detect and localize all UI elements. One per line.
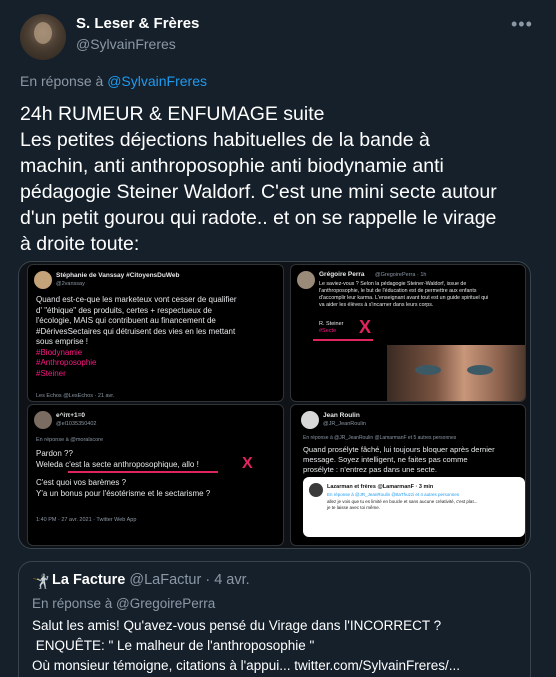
panel-avatar (301, 411, 319, 429)
panel-handle: @2vanssay (56, 281, 85, 287)
quote-line: ENQUÊTE: " Le malheur de l'anthroposophi… (32, 638, 315, 653)
panel-avatar (34, 411, 52, 429)
fencer-icon: 🤺 (32, 573, 50, 589)
reply-prefix: En réponse à (20, 73, 104, 89)
panel-line: d'accomplir leur karma. L'enseignant ava… (319, 295, 489, 301)
tweet-text: 24h RUMEUR & ENFUMAGE suite Les petites … (20, 101, 540, 257)
screenshot-panel-4: Jean Roulin @JR_JeanRoulin En réponse à … (290, 404, 526, 546)
panel-line: va aider les élèves à s'incarner dans le… (319, 302, 434, 308)
quote-line: Où monsieur témoigne, citations à l'appu… (32, 658, 461, 673)
tweet-line: Les petites déjections habituelles de la… (20, 129, 430, 151)
avatar[interactable] (20, 14, 66, 60)
panel-line: sous emprise ! (36, 337, 89, 346)
panel-reply: En réponse à @moralscore (36, 437, 104, 443)
reply-context: En réponse à @SylvainFreres (20, 73, 207, 89)
panel-name: e^iπ+1=0 (56, 412, 86, 419)
panel-handle: @GregoirePerra · 1h (375, 272, 427, 278)
red-underline (68, 471, 218, 473)
tweet-line: à droite toute: (20, 233, 140, 255)
red-x-mark: X (359, 317, 372, 337)
panel-text: Pardon ?? Weleda c'est la secte anthropo… (36, 449, 210, 499)
embed-text: je te laisse avec toi même. (327, 505, 381, 510)
panel-reply: En réponse à @JR_JeanRoulin @LamarmanF e… (303, 435, 457, 441)
panel-text: Quand est-ce-que les marketeux vont cess… (36, 295, 237, 379)
tweet-line: d'un petit gourou qui radote.. et on se … (20, 207, 497, 229)
panel-line: Pardon ?? (36, 449, 73, 458)
panel-sub-tag: #Secte (319, 328, 337, 334)
panel-line: Weleda c'est la secte anthroposophique, … (36, 459, 199, 469)
embed-text: allez je vois que tu es limité en boucle… (327, 499, 478, 504)
panel-text: Quand prosélyte fâché, lui toujours bloq… (303, 445, 495, 475)
tweet-line: machin, anti anthroposophie anti biodyna… (20, 155, 444, 177)
panel-line: Y'a un bonus pour l'ésotérisme et le sec… (36, 488, 211, 498)
quote-handle: @LaFactur · 4 avr. (129, 572, 250, 588)
panel-name: Jean Roulin (323, 412, 360, 419)
screenshot-panel-2: Grégoire Perra @GregoirePerra · 1h Le sa… (290, 264, 526, 402)
panel-line: Le saviez-vous ? Selon la pédagogie Stei… (319, 281, 467, 287)
quote-name: La Facture (52, 572, 126, 588)
panel-line: d' "éthique" des produits, certes + resp… (36, 305, 212, 315)
more-options-icon[interactable]: ••• (511, 14, 533, 35)
quote-author[interactable]: La Facture @LaFactur · 4 avr. (52, 572, 250, 588)
panel-line: l'écologie, MAIS qui contribuent au fina… (36, 316, 216, 325)
panel-handle: @el1035350402 (56, 421, 97, 427)
embedded-tweet: Lazarman et frères @LamarmanF · 3 min En… (303, 477, 525, 537)
panel-text: Le saviez-vous ? Selon la pédagogie Stei… (319, 281, 488, 309)
panel-handle: @JR_JeanRoulin (323, 421, 366, 427)
embed-name: Lazarman et frères @LamarmanF · 3 min (327, 484, 434, 490)
embed-reply: En réponse à @JR_JeanRoulin @ItaThuzzi e… (327, 492, 459, 497)
embed-avatar (309, 483, 323, 497)
author-name[interactable]: S. Leser & Frères (76, 15, 199, 32)
panel-line: #DérivesSectaires qui détruisent des vie… (36, 326, 236, 336)
panel-line: C'est quoi vos barèmes ? (36, 478, 127, 487)
panel-footer: Les Echos @LesEchos · 21 avr. (36, 393, 115, 399)
screenshot-panel-3: e^iπ+1=0 @el1035350402 En réponse à @mor… (27, 404, 284, 546)
tweet-line: 24h RUMEUR & ENFUMAGE suite (20, 103, 325, 125)
panel-avatar (34, 271, 52, 289)
panel-hashtag: #Steiner (36, 368, 66, 378)
author-handle[interactable]: @SylvainFreres (76, 36, 176, 52)
panel-line: message. Soyez intelligent, ne faites pa… (303, 455, 468, 464)
panel-name: Grégoire Perra (319, 271, 365, 278)
panel-hashtag: #Anthroposophie (36, 358, 97, 367)
media-image[interactable]: Stéphanie de Vanssay #CitoyensDuWeb @2va… (18, 261, 531, 549)
panel-line: l'anthroposophie, le but de l'éducation … (319, 288, 477, 294)
quote-text: Salut les amis! Qu'avez-vous pensé du Vi… (32, 616, 512, 676)
red-underline (313, 339, 373, 341)
quote-line: Salut les amis! Qu'avez-vous pensé du Vi… (32, 618, 442, 633)
panel-sub-name: R. Steiner (319, 321, 344, 327)
panel-hashtag: #Biodynamie (36, 347, 83, 357)
panel-avatar (297, 271, 315, 289)
red-x-mark: X (242, 455, 253, 472)
child-photo (387, 345, 525, 401)
panel-line: prosélyte : n'entrez pas dans une secte. (303, 465, 437, 474)
reply-handle-link[interactable]: @SylvainFreres (107, 73, 207, 89)
panel-footer: 1:40 PM · 27 avr. 2021 · Twitter Web App (36, 517, 137, 523)
screenshot-panel-1: Stéphanie de Vanssay #CitoyensDuWeb @2va… (27, 264, 284, 402)
quote-reply-context: En réponse à @GregoirePerra (32, 596, 216, 611)
panel-name: Stéphanie de Vanssay #CitoyensDuWeb (56, 272, 180, 279)
tweet-line: pédagogie Steiner Waldorf. C'est une min… (20, 181, 497, 203)
panel-line: Quand est-ce-que les marketeux vont cess… (36, 295, 237, 304)
panel-line: Quand prosélyte fâché, lui toujours bloq… (303, 445, 495, 454)
